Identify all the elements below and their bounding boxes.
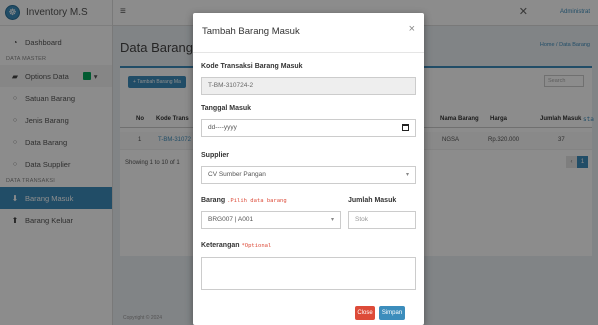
close-button[interactable]: Close xyxy=(355,306,375,320)
supplier-selected-value: CV Sumber Pangan xyxy=(208,171,266,178)
chevron-down-icon: ▾ xyxy=(405,172,409,178)
barang-select[interactable]: BRG007 | A001 ▾ xyxy=(201,211,341,229)
barang-selected-value: BRG007 | A001 xyxy=(208,216,254,223)
chevron-down-icon: ▾ xyxy=(330,217,334,223)
tanggal-masuk-label: Tanggal Masuk xyxy=(201,105,252,112)
close-icon[interactable]: × xyxy=(409,23,415,35)
kode-transaksi-label: Kode Transaksi Barang Masuk xyxy=(201,63,303,70)
keterangan-label: Keterangan *Optional xyxy=(201,242,271,249)
barang-label-text: Barang xyxy=(201,197,226,204)
supplier-select[interactable]: CV Sumber Pangan ▾ xyxy=(201,166,416,184)
keterangan-label-text: Keterangan xyxy=(201,242,240,249)
tambah-barang-masuk-modal: Tambah Barang Masuk × Kode Transaksi Bar… xyxy=(193,13,424,325)
modal-header: Tambah Barang Masuk × xyxy=(193,13,424,53)
tanggal-masuk-field[interactable]: dd----yyyy xyxy=(201,119,416,137)
kode-transaksi-field[interactable]: T-BM-310724-2 xyxy=(201,77,416,95)
save-button[interactable]: Simpan xyxy=(379,306,405,320)
keterangan-textarea[interactable] xyxy=(201,257,416,290)
tanggal-placeholder: dd----yyyy xyxy=(208,124,237,131)
keterangan-hint: *Optional xyxy=(241,243,272,249)
calendar-icon[interactable] xyxy=(402,124,409,131)
barang-hint: .Pilih data barang xyxy=(227,198,287,204)
barang-label: Barang .Pilih data barang xyxy=(201,197,287,204)
jumlah-masuk-label: Jumlah Masuk xyxy=(348,197,397,204)
modal-title: Tambah Barang Masuk xyxy=(202,26,300,37)
jumlah-masuk-input[interactable]: Stok xyxy=(348,211,416,229)
supplier-label: Supplier xyxy=(201,152,230,159)
